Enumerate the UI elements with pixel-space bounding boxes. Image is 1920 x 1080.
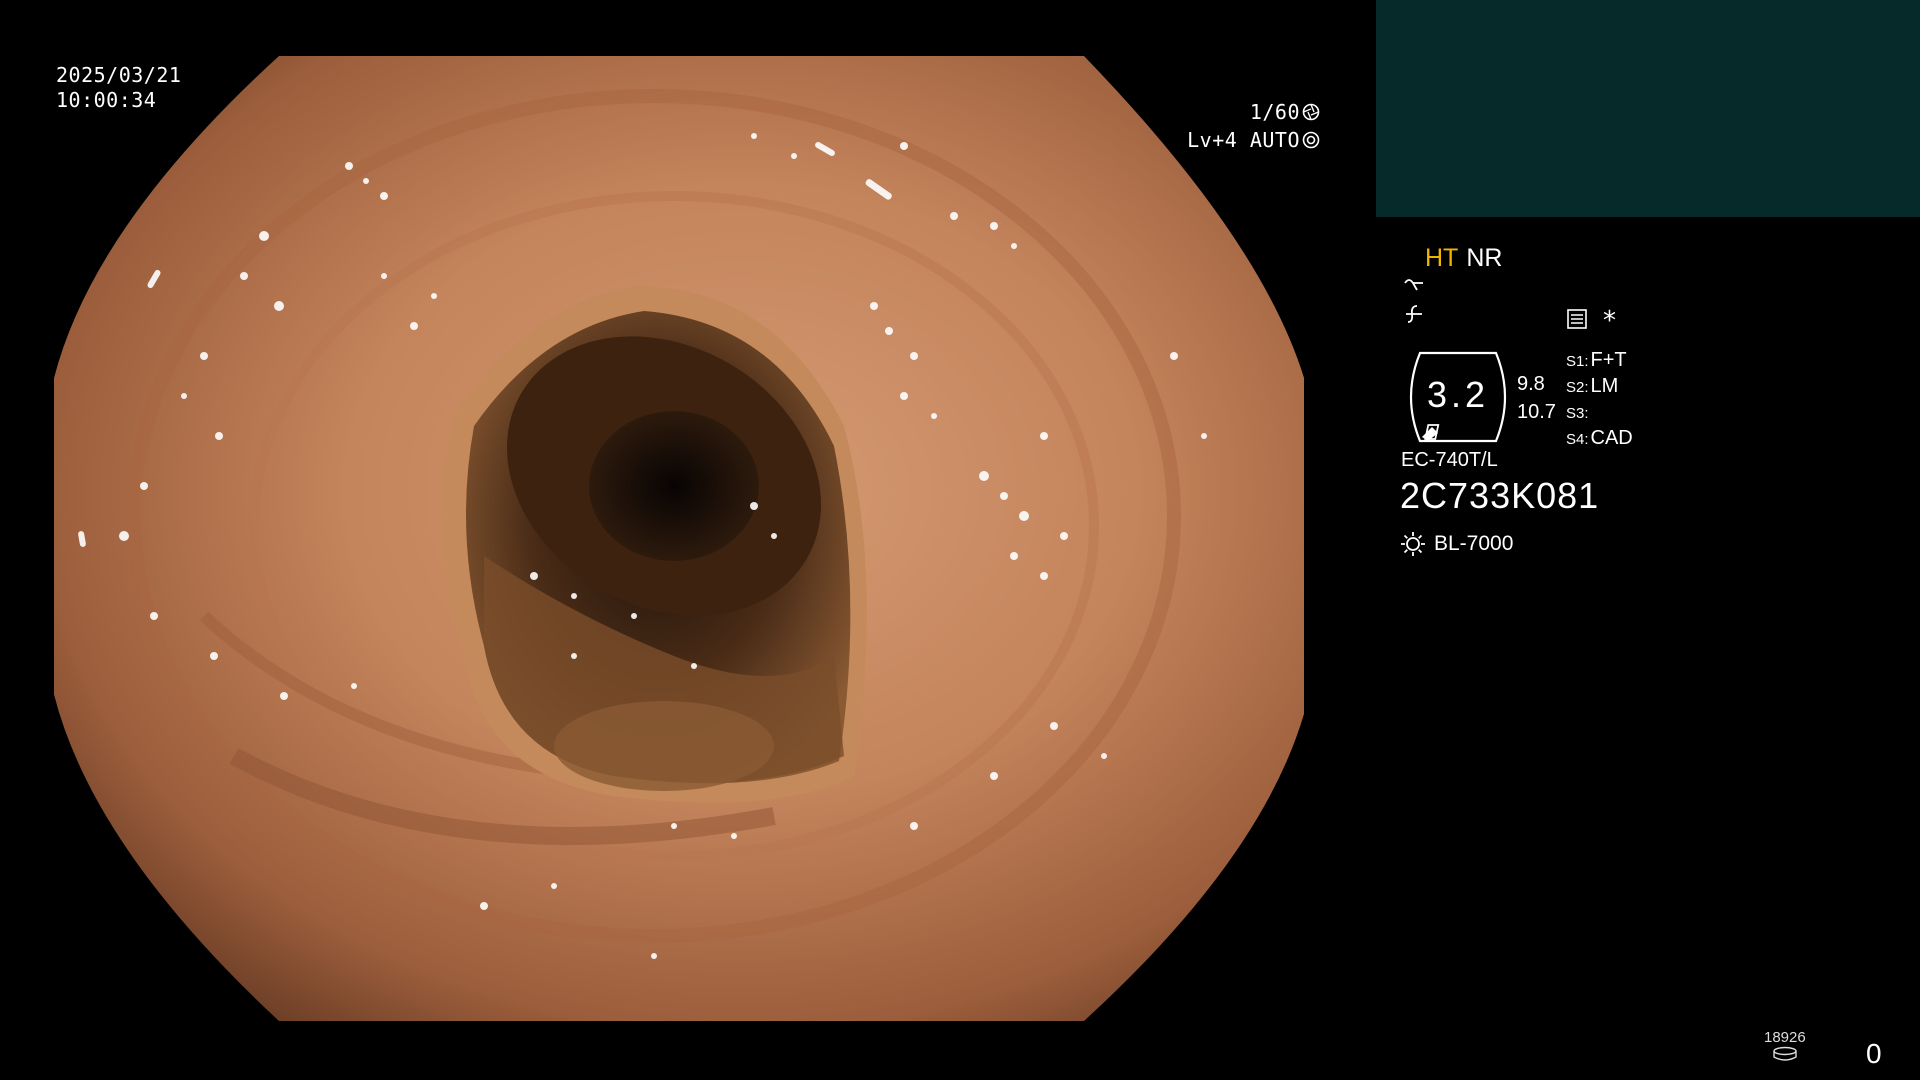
- scope-serial: 2C733K081: [1400, 475, 1600, 516]
- gauge-side-top: 9.8: [1517, 373, 1545, 395]
- enhance-curve-icon: [1403, 274, 1425, 299]
- aperture-icon: [1302, 103, 1320, 121]
- exposure-info: 1/60 Lv+4 AUTO: [1187, 98, 1320, 154]
- datetime-display: 2025/03/21 10:00:34: [56, 63, 181, 113]
- nr-indicator: NR: [1466, 244, 1503, 272]
- asterisk-icon: *: [1603, 306, 1616, 336]
- switch-row: S3:: [1566, 405, 1589, 422]
- gauge-side-bottom: 10.7: [1517, 401, 1556, 423]
- lamp-icon: [1401, 532, 1425, 556]
- light-source: BL-7000: [1400, 531, 1513, 557]
- gamma-curve-icon: [1403, 303, 1425, 331]
- endoscopy-image: [54, 56, 1304, 1021]
- thumbnail-panel: [1376, 0, 1920, 217]
- storage-count-small: 18926: [1764, 1029, 1806, 1046]
- scope-model: EC-740T/L: [1401, 449, 1498, 471]
- shutter-text: 1/60: [1249, 100, 1300, 124]
- gauge-side-values: 9.8 10.7: [1517, 370, 1556, 426]
- auto-iris-icon: [1302, 131, 1320, 149]
- ht-indicator: HT: [1425, 244, 1459, 272]
- settings-list-icon: [1566, 308, 1588, 334]
- light-source-text: BL-7000: [1434, 532, 1514, 555]
- disk-icon: [1773, 1046, 1797, 1061]
- image-mode: HT NR: [1425, 244, 1502, 273]
- scope-switch-settings: S1: F+T S2: LM S3: S4: CAD: [1566, 348, 1633, 452]
- date-text: 2025/03/21: [56, 63, 182, 87]
- capture-count: 0: [1866, 1038, 1882, 1069]
- switch-row: S4: CAD: [1566, 427, 1633, 449]
- storage-counter: 18926: [1764, 1029, 1806, 1066]
- switch-row: S1: F+T: [1566, 349, 1627, 371]
- gauge-value: 3.2: [1426, 374, 1490, 415]
- level-text: Lv+4 AUTO: [1187, 128, 1300, 152]
- switch-row: S2: LM: [1566, 375, 1619, 397]
- time-text: 10:00:34: [56, 88, 157, 112]
